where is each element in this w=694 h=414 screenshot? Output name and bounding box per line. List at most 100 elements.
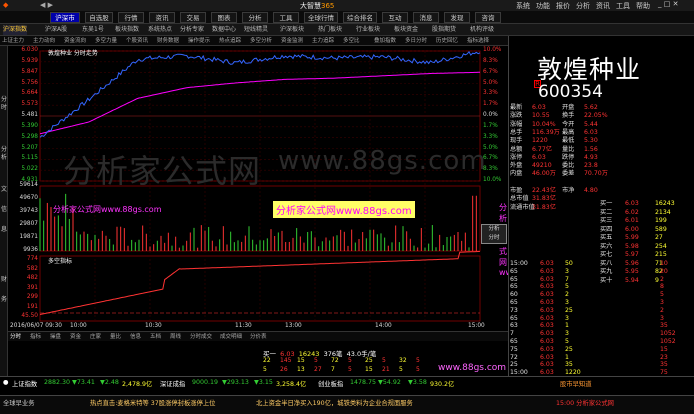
subbar-item[interactable]: 操作提示 — [188, 36, 210, 46]
toolbar-item[interactable]: 沪深指数 — [3, 25, 28, 35]
bid-cell: 6.02 — [625, 208, 639, 216]
subbar-item[interactable]: 财务数据 — [157, 36, 179, 46]
ad-banner[interactable]: 分析家公式网www.88gs.com — [50, 203, 165, 216]
mini-toggle-box[interactable]: 分析 分时 — [481, 224, 507, 244]
stat-row: 外盘 49210 委比 23.8 — [510, 162, 690, 171]
bid-cell: 5.98 — [625, 242, 639, 250]
status-bar: 全球早业务 热点直击:麦格米特等 37股涨停封板涨停上位 北上资金半日净买入19… — [0, 395, 694, 414]
menu-news[interactable]: 资讯 — [596, 1, 610, 11]
toolbar-item[interactable]: 系统热点 — [148, 25, 172, 35]
bid-level[interactable]: 买二 6.02 2134 — [570, 209, 690, 218]
bid-level[interactable]: 买四 6.00 589 — [570, 226, 690, 235]
side-item[interactable]: 息 — [0, 226, 8, 234]
tab-tools[interactable]: 工具 — [273, 12, 299, 23]
indicator-tick-label: 482 — [26, 275, 38, 281]
ad-banner[interactable]: 分析家公式网www.88gs.com — [273, 201, 415, 218]
tab-watchlist[interactable]: 自选股 — [85, 12, 113, 23]
stat-cell: 10.04% — [532, 120, 556, 128]
tab-interact[interactable]: 互动 — [382, 12, 408, 23]
status-news[interactable]: 北上资金半日净买入190亿，城铁类料为企业合规面服务 — [256, 398, 413, 407]
toolbar-item[interactable]: 股指期货 — [432, 25, 456, 35]
subbar-item[interactable]: 个股资讯 — [126, 36, 148, 46]
pct-tick-label: 6.7% — [483, 155, 498, 162]
subbar-item[interactable]: 历史回忆 — [436, 36, 458, 46]
toolbar-item[interactable]: 沪深A股 — [45, 25, 67, 35]
menu-system[interactable]: 系统 — [516, 1, 530, 11]
stat-row: 现手 1220 最低 5.30 — [510, 137, 690, 146]
toolbar-item[interactable]: 短线精灵 — [244, 25, 268, 35]
bid-level[interactable]: 买七 5.97 215 — [570, 251, 690, 260]
toolbar-item[interactable]: 热门板块 — [318, 25, 342, 35]
bid-cell: 5.99 — [625, 234, 639, 241]
index-name[interactable]: 创业板指 — [318, 379, 343, 388]
tab-global[interactable]: 全球行情 — [304, 12, 338, 23]
subbar-item[interactable]: 上证主力 — [2, 36, 24, 46]
toolbar-item[interactable]: 行业板块 — [356, 25, 380, 35]
toolbar-item[interactable]: 分析专家 — [180, 25, 204, 35]
menu-help[interactable]: 帮助 — [636, 1, 650, 11]
subbar-item[interactable]: 资金监测 — [281, 36, 303, 46]
status-item[interactable]: 全球早业务 — [3, 398, 34, 407]
index-change: ▼73.41 — [72, 379, 95, 386]
bid-level[interactable]: 买三 6.01 199 — [570, 217, 690, 226]
tab-ranking[interactable]: 综合排名 — [343, 12, 377, 23]
toolbar-item[interactable]: 机构评级 — [470, 25, 494, 35]
index-name[interactable]: 上证指数 — [12, 379, 37, 388]
menu-function[interactable]: 功能 — [536, 1, 550, 11]
status-news[interactable]: 热点直击:麦格米特等 37股涨停封板涨停上位 — [90, 398, 215, 407]
subbar-item[interactable]: 主力追踪 — [312, 36, 334, 46]
stat-cell: 6.03 — [532, 104, 546, 111]
menu-analysis[interactable]: 分析 — [576, 1, 590, 11]
tab-hs-market[interactable]: 沪深市 — [50, 12, 80, 23]
stat-row: 最新 6.03 开盘 5.62 — [510, 104, 690, 113]
subbar-item[interactable]: 叠加指数 — [374, 36, 396, 46]
side-item[interactable]: 务 — [0, 296, 8, 304]
tab-analysis[interactable]: 分析 — [242, 12, 268, 23]
subbar-item[interactable]: 多日分时 — [405, 36, 427, 46]
chart-subtoolbar: 上证主力 主力动向 资金流向 多空力量 个股资讯 财务数据 操作提示 热点追踪 … — [0, 36, 508, 46]
subbar-item[interactable]: 资金流向 — [64, 36, 86, 46]
toolbar-item[interactable]: 数据中心 — [212, 25, 236, 35]
toolbar-item[interactable]: 板块指数 — [115, 25, 139, 35]
window-controls-icon[interactable]: _ □ ✕ — [658, 0, 678, 8]
stat-cell: 4.80 — [584, 187, 598, 194]
side-item[interactable]: 分析 — [0, 146, 8, 162]
subbar-item[interactable]: 主力动向 — [33, 36, 55, 46]
intraday-chart[interactable]: 敦煌种业 分时走势 分析家公式网 www.88gs.com 分析家公式网www.… — [8, 46, 508, 331]
volume-grid-cell: 5 — [314, 357, 318, 364]
side-item[interactable]: 分时 — [0, 96, 8, 112]
bid-level[interactable]: 买五 5.99 27 — [570, 234, 690, 243]
bid-level[interactable]: 买一 6.03 16243 — [570, 200, 690, 209]
tab-chart[interactable]: 图表 — [211, 12, 237, 23]
tab-news[interactable]: 资讯 — [149, 12, 175, 23]
bid-level[interactable]: 买六 5.98 254 — [570, 243, 690, 252]
nav-back-icon[interactable]: ◀ ▶ — [40, 1, 53, 9]
volume-grid-cell: 25 — [365, 357, 373, 364]
menu-tools[interactable]: 工具 — [616, 1, 630, 11]
subbar-item[interactable]: 热点追踪 — [219, 36, 241, 46]
tab-quote[interactable]: 行情 — [118, 12, 144, 23]
tab-message[interactable]: 消息 — [413, 12, 439, 23]
subbar-item[interactable]: 指标选择 — [467, 36, 489, 46]
tab-discover[interactable]: 发现 — [444, 12, 470, 23]
volume-tick-label: 39743 — [19, 208, 38, 214]
price-tick-label: 5.756 — [21, 79, 38, 86]
bottom-tab-bar: 分时 指标 操盘 资金 庄家 量比 信息 五档 周线 分时成交 成交明细 分价表 — [8, 331, 508, 341]
toolbar-item[interactable]: 板块资金 — [394, 25, 418, 35]
tab-trade[interactable]: 交易 — [180, 12, 206, 23]
title-bar: ◆ ◀ ▶ 大智慧365 系统 功能 报价 分析 资讯 工具 帮助 _ □ ✕ — [0, 0, 694, 11]
bid-cell: 589 — [655, 225, 667, 233]
menu-quote[interactable]: 报价 — [556, 1, 570, 11]
side-item[interactable]: 信 — [0, 206, 8, 214]
tab-consult[interactable]: 咨询 — [475, 12, 501, 23]
side-item[interactable]: 文 — [0, 186, 8, 194]
index-name[interactable]: 深证成指 — [160, 379, 185, 388]
bell-text[interactable]: 股市早知道 — [560, 379, 591, 388]
subbar-item[interactable]: 多空分析 — [250, 36, 272, 46]
pct-tick-label: 10.0% — [483, 177, 502, 183]
side-item[interactable]: 财 — [0, 276, 8, 284]
subbar-item[interactable]: 多空比 — [343, 36, 360, 46]
subbar-item[interactable]: 多空力量 — [95, 36, 117, 46]
toolbar-item[interactable]: 沪深板块 — [280, 25, 304, 35]
toolbar-item[interactable]: 东吴1号 — [82, 25, 104, 35]
